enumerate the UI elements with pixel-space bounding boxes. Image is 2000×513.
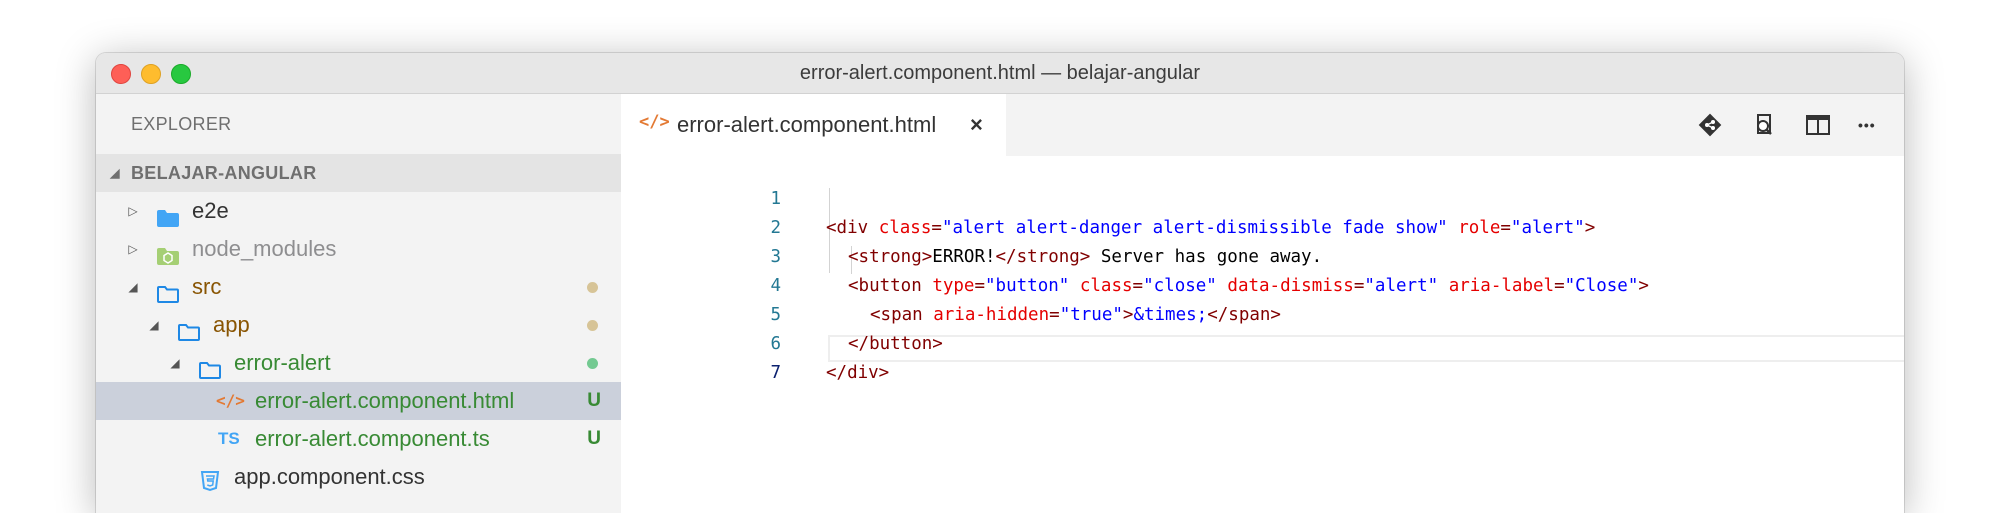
code-line: 4 <span aria-hidden="true">&times;</span… [621, 243, 1904, 325]
chevron-right-icon: ▷ [128, 242, 138, 256]
tree-item-app-component-css[interactable]: app.component.css [96, 458, 621, 496]
editor-tab-bar: </> error-alert.component.html × ••• [621, 94, 1904, 156]
tree-item-label: node_modules [192, 236, 337, 261]
chevron-down-icon: ◢ [128, 280, 138, 294]
tree-item-label: app [213, 312, 250, 337]
code-line: 2 <strong>ERROR!</strong> Server has gon… [621, 185, 1904, 267]
code-line: 1 <div class="alert alert-danger alert-d… [621, 156, 1904, 238]
line-content: </div> [826, 363, 890, 383]
code-editor[interactable]: 1 <div class="alert alert-danger alert-d… [621, 156, 1904, 513]
tree-item-label: e2e [192, 198, 229, 223]
tree-item-label: src [192, 274, 222, 299]
explorer-title: EXPLORER [131, 114, 232, 134]
code-line: 6 </div> [621, 301, 1904, 383]
untracked-indicator [587, 358, 598, 369]
chevron-right-icon: ▷ [128, 204, 138, 218]
untracked-badge: U [587, 428, 601, 449]
tree-item-label: app.component.css [234, 464, 425, 489]
tree-item-src[interactable]: ◢ src [96, 268, 621, 306]
chevron-down-icon: ◢ [110, 166, 120, 180]
css-file-icon [199, 466, 221, 504]
editor-area: </> error-alert.component.html × ••• 1 <… [621, 94, 1904, 513]
close-tab-button[interactable]: × [970, 94, 983, 156]
tab-label: error-alert.component.html [677, 112, 937, 137]
explorer-sidebar: EXPLORER ◢ BELAJAR-ANGULAR ▷ e2e ▷ node_… [96, 94, 621, 513]
title-bar: error-alert.component.html — belajar-ang… [96, 53, 1904, 94]
typescript-file-icon: TS [218, 429, 240, 448]
split-editor-icon[interactable] [1804, 111, 1832, 139]
code-line: 7 [621, 330, 1904, 383]
html-file-icon: </> [639, 112, 670, 132]
code-line: 3 <button type="button" class="close" da… [621, 214, 1904, 296]
line-number: 7 [770, 363, 781, 383]
tab-error-alert-component-html[interactable]: </> error-alert.component.html × [621, 94, 1006, 156]
workspace-name: BELAJAR-ANGULAR [131, 163, 317, 183]
tree-item-app[interactable]: ◢ app [96, 306, 621, 344]
tree-item-error-alert-component-ts[interactable]: TS error-alert.component.ts U [96, 420, 621, 458]
more-actions-icon[interactable]: ••• [1858, 111, 1886, 139]
untracked-badge: U [587, 390, 601, 411]
tree-item-node-modules[interactable]: ▷ node_modules [96, 230, 621, 268]
file-tree: ◢ BELAJAR-ANGULAR ▷ e2e ▷ node_modules ◢… [96, 154, 621, 496]
window-title: error-alert.component.html — belajar-ang… [799, 62, 1201, 84]
tree-item-label: error-alert.component.html [255, 388, 515, 413]
chevron-down-icon: ◢ [149, 318, 159, 332]
tree-item-label: error-alert [234, 350, 331, 375]
code-line: 5 </button> [621, 272, 1904, 354]
workspace-section-header[interactable]: ◢ BELAJAR-ANGULAR [96, 154, 621, 192]
git-compare-icon[interactable] [1696, 111, 1724, 139]
tree-item-e2e[interactable]: ▷ e2e [96, 192, 621, 230]
html-file-icon: </> [216, 391, 245, 410]
tree-item-error-alert[interactable]: ◢ error-alert [96, 344, 621, 382]
chevron-down-icon: ◢ [170, 356, 180, 370]
tree-item-label: error-alert.component.ts [255, 426, 490, 451]
modified-indicator [587, 320, 598, 331]
vscode-window: error-alert.component.html — belajar-ang… [96, 53, 1904, 513]
modified-indicator [587, 282, 598, 293]
tree-item-error-alert-component-html[interactable]: </> error-alert.component.html U [96, 382, 621, 420]
open-preview-icon[interactable] [1750, 111, 1778, 139]
